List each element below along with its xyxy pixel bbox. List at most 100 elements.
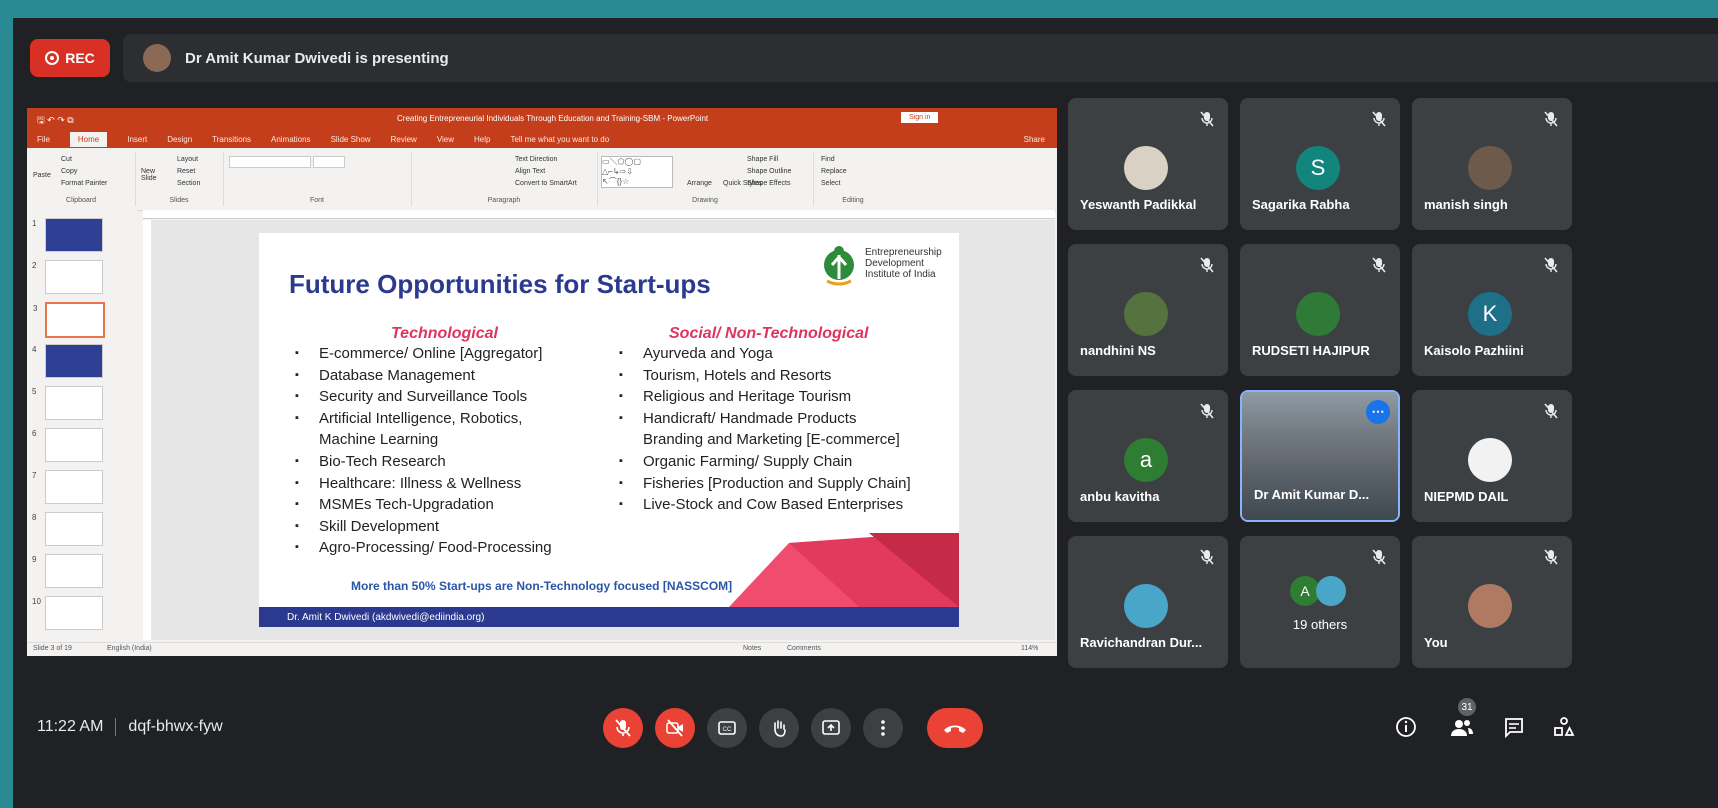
- ribbon-label-slides: Slides: [169, 197, 189, 204]
- chat-button[interactable]: [1501, 714, 1527, 740]
- present-screen-icon: [822, 720, 840, 735]
- presenting-banner: Dr Amit Kumar Dwivedi is presenting: [123, 34, 1718, 82]
- recording-indicator[interactable]: REC: [30, 39, 110, 77]
- tell-me-search[interactable]: Tell me what you want to do: [510, 135, 609, 144]
- section-button[interactable]: Section: [177, 180, 200, 187]
- slide-thumbnail[interactable]: 1: [32, 218, 103, 252]
- bullet-item: Skill Development: [293, 516, 552, 538]
- participant-avatar: S: [1296, 146, 1340, 190]
- shape-outline-button[interactable]: Shape Outline: [747, 168, 791, 175]
- bullet-item: Agro-Processing/ Food-Processing: [293, 537, 552, 559]
- participant-tile[interactable]: Yeswanth Padikkal: [1068, 98, 1228, 230]
- find-button[interactable]: Find: [821, 156, 835, 163]
- social-list: Ayurveda and YogaTourism, Hotels and Res…: [617, 343, 911, 516]
- shape-fill-button[interactable]: Shape Fill: [747, 156, 778, 163]
- quick-access-icons: 🖫 ↶ ↷ ⧉: [37, 115, 74, 125]
- participant-tile[interactable]: S Sagarika Rabha: [1240, 98, 1400, 230]
- menu-view[interactable]: View: [437, 135, 454, 144]
- notes-button[interactable]: Notes: [743, 645, 761, 652]
- bullet-item: Tourism, Hotels and Resorts: [617, 365, 911, 387]
- convert-smartart-button[interactable]: Convert to SmartArt: [515, 180, 577, 187]
- arrange-button[interactable]: Arrange: [687, 180, 712, 187]
- signin-button[interactable]: Sign in: [901, 112, 939, 123]
- comments-button[interactable]: Comments: [787, 645, 821, 652]
- muted-mic-icon: [1198, 110, 1216, 128]
- participant-tile[interactable]: manish singh: [1412, 98, 1572, 230]
- meeting-details-button[interactable]: [1393, 714, 1419, 740]
- menu-help[interactable]: Help: [474, 135, 490, 144]
- align-text-button[interactable]: Align Text: [515, 168, 545, 175]
- participant-tile[interactable]: You: [1412, 536, 1572, 668]
- new-slide-button[interactable]: New Slide: [141, 168, 165, 182]
- shape-effects-button[interactable]: Shape Effects: [747, 180, 790, 187]
- participant-name: Sagarika Rabha: [1252, 197, 1350, 212]
- share-button[interactable]: Share: [1024, 135, 1045, 144]
- menu-animations[interactable]: Animations: [271, 135, 311, 144]
- people-button[interactable]: [1449, 714, 1475, 740]
- participant-tile[interactable]: a anbu kavitha: [1068, 390, 1228, 522]
- slide-thumbnail[interactable]: 6: [32, 428, 103, 462]
- font-size-box[interactable]: [313, 156, 345, 168]
- text-direction-button[interactable]: Text Direction: [515, 156, 557, 163]
- ribbon-group-editing: Find Replace Select Editing: [813, 152, 893, 206]
- menu-slideshow[interactable]: Slide Show: [331, 135, 371, 144]
- font-name-box[interactable]: [229, 156, 311, 168]
- bullet-item: Machine Learning: [319, 431, 439, 449]
- shapes-gallery[interactable]: ▭＼⬠◯▢ △⌐↳⇨⇩ ↖⌒{}☆: [601, 156, 673, 188]
- bullet-item: Branding and Marketing [E-commerce]: [643, 431, 900, 449]
- participant-tile[interactable]: ⋯ Dr Amit Kumar D...: [1240, 390, 1400, 522]
- participant-tile[interactable]: RUDSETI HAJIPUR: [1240, 244, 1400, 376]
- menu-transitions[interactable]: Transitions: [212, 135, 251, 144]
- tile-options-button[interactable]: ⋯: [1366, 400, 1390, 424]
- select-button[interactable]: Select: [821, 180, 840, 187]
- menu-design[interactable]: Design: [167, 135, 192, 144]
- slide-thumbnail-selected[interactable]: 3: [33, 302, 105, 338]
- muted-mic-icon: [1198, 256, 1216, 274]
- raise-hand-button[interactable]: [759, 708, 799, 748]
- leave-call-button[interactable]: [927, 708, 983, 748]
- present-button[interactable]: [811, 708, 851, 748]
- clock-time: 11:22 AM: [37, 718, 104, 735]
- activities-button[interactable]: [1551, 714, 1577, 740]
- mic-toggle-button[interactable]: [603, 708, 643, 748]
- slide-thumbnail[interactable]: 10: [32, 596, 103, 630]
- camera-toggle-button[interactable]: [655, 708, 695, 748]
- zoom-level[interactable]: 114%: [1021, 645, 1038, 652]
- ribbon-group-paragraph: Text Direction Align Text Convert to Sma…: [411, 152, 598, 206]
- format-painter-button[interactable]: Format Painter: [61, 180, 107, 187]
- slide-thumbnail[interactable]: 5: [32, 386, 103, 420]
- meeting-code[interactable]: dqf-bhwx-fyw: [128, 718, 222, 736]
- more-options-button[interactable]: [863, 708, 903, 748]
- menu-review[interactable]: Review: [391, 135, 417, 144]
- slide-thumbnail[interactable]: 7: [32, 470, 103, 504]
- hang-up-icon: [944, 725, 966, 733]
- participant-tile[interactable]: A 19 others: [1240, 536, 1400, 668]
- slide-thumbnail[interactable]: 4: [32, 344, 103, 378]
- slide-thumbnail[interactable]: 8: [32, 512, 103, 546]
- participant-tile[interactable]: NIEPMD DAIL: [1412, 390, 1572, 522]
- participant-tile[interactable]: Ravichandran Dur...: [1068, 536, 1228, 668]
- slide-thumbnail[interactable]: 9: [32, 554, 103, 588]
- slide-counter: Slide 3 of 19: [33, 645, 72, 652]
- menu-insert[interactable]: Insert: [127, 135, 147, 144]
- menu-file[interactable]: File: [37, 135, 50, 144]
- people-count-badge: 31: [1458, 698, 1476, 716]
- captions-button[interactable]: CC: [707, 708, 747, 748]
- participant-tile[interactable]: K Kaisolo Pazhiini: [1412, 244, 1572, 376]
- paste-button[interactable]: Paste: [33, 172, 51, 179]
- participant-name: nandhini NS: [1080, 343, 1156, 358]
- participant-tile[interactable]: nandhini NS: [1068, 244, 1228, 376]
- slide-thumbnail[interactable]: 2: [32, 260, 103, 294]
- layout-button[interactable]: Layout: [177, 156, 198, 163]
- divider: [115, 718, 117, 736]
- menu-home[interactable]: Home: [69, 131, 108, 147]
- replace-button[interactable]: Replace: [821, 168, 847, 175]
- vertical-ruler: [143, 220, 151, 640]
- reset-button[interactable]: Reset: [177, 168, 195, 175]
- ribbon-label-font: Font: [309, 197, 324, 204]
- activities-icon: [1554, 717, 1575, 736]
- bullet-item: Bio-Tech Research: [293, 451, 552, 473]
- copy-button[interactable]: Copy: [61, 168, 77, 175]
- column-heading-social: Social/ Non-Technological: [669, 325, 869, 342]
- cut-button[interactable]: Cut: [61, 156, 72, 163]
